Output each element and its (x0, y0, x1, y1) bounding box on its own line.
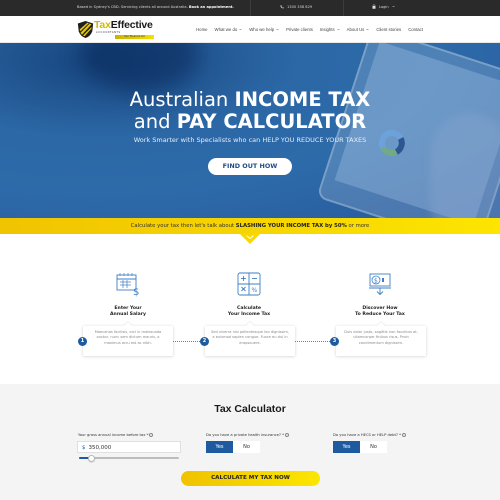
hecs-no-button[interactable]: No (360, 441, 387, 453)
phone-link[interactable]: 1300 358 829 (280, 5, 312, 9)
svg-text:%: % (252, 287, 258, 294)
logo[interactable]: TaxEffective ACCOUNTANTS Your Financial … (77, 19, 155, 41)
tagline-text: Based in Sydney's CBD. Servicing clients… (77, 5, 188, 9)
chevron-down-icon (366, 28, 370, 31)
hero-title-line2: and PAY CALCULATOR (133, 110, 367, 133)
income-input[interactable]: $350,000 (77, 441, 181, 453)
brand-tagline: Your Financial Ark (115, 35, 154, 39)
info-icon[interactable] (284, 433, 289, 437)
step-1-title: Enter Your Annual Salary (110, 306, 146, 317)
step-connector (295, 341, 330, 342)
divider (250, 0, 251, 16)
step-3-number-badge: 3 (330, 337, 339, 346)
health-yes-button[interactable]: Yes (206, 441, 233, 453)
health-insurance-toggle: Yes No (206, 441, 260, 453)
hero-bg-shape (80, 43, 200, 93)
calendar-dollar-icon: $ (116, 273, 139, 297)
divider (343, 0, 344, 16)
chevron-down-icon (276, 28, 279, 31)
shield-logo-icon (77, 21, 94, 38)
nav-item-what-we-do[interactable]: What we do (215, 27, 243, 32)
step-connector (173, 341, 200, 342)
step-1: $ Enter Your Annual Salary (68, 271, 188, 318)
hecs-yes-button[interactable]: Yes (333, 441, 360, 453)
calculate-tax-button[interactable]: CALCULATE MY TAX NOW (181, 471, 320, 486)
login-menu[interactable]: Login (372, 4, 395, 9)
svg-text:$: $ (374, 278, 378, 285)
calculator-title: Tax Calculator (214, 403, 286, 415)
nav-item-private-clients[interactable]: Private clients (286, 27, 313, 32)
slider-thumb[interactable] (87, 454, 95, 462)
top-tagline: Based in Sydney's CBD. Servicing clients… (77, 5, 234, 9)
info-icon[interactable] (401, 433, 406, 437)
step-1-description: Maecenas facilisis, orci in malesuada au… (83, 326, 173, 356)
nav-item-client-stories[interactable]: Client stories (376, 27, 401, 32)
chevron-down-icon (392, 5, 395, 8)
svg-text:$: $ (133, 287, 139, 297)
nav-item-home[interactable]: Home (196, 27, 207, 32)
step-2-title: Calculate Your Income Tax (227, 306, 271, 317)
nav-item-insights[interactable]: Insights (320, 27, 340, 32)
step-3-description: Duis dolor justo, sagittis non faucibus … (336, 326, 426, 356)
hero-banner: Australian INCOME TAX and PAY CALCULATOR… (0, 43, 500, 218)
nav-menu: Home What we do Who we help Private clie… (196, 16, 423, 43)
step-2-number-badge: 2 (200, 337, 209, 346)
hero-subtitle: Work Smarter with Specialists who can HE… (133, 136, 367, 144)
step-3-title: Discover How To Reduce Your Tax (355, 306, 405, 317)
calculator-icon: % (237, 272, 261, 296)
step-2-description: Sed viverra nisi pellentesque leo dignis… (205, 326, 295, 356)
nav-item-who-we-help[interactable]: Who we help (249, 27, 279, 32)
income-slider[interactable] (79, 454, 179, 462)
health-insurance-label: Do you have a private health insurance? … (206, 433, 289, 437)
info-icon[interactable] (149, 433, 154, 437)
hero-title-line1: Australian INCOME TAX (129, 88, 371, 111)
promo-banner: Calculate your tax then let's talk about… (0, 218, 500, 234)
income-value: 350,000 (88, 445, 112, 451)
phone-number: 1300 358 829 (287, 5, 313, 9)
lock-icon (372, 4, 376, 9)
book-appointment-link[interactable]: Book an appointment. (189, 5, 234, 9)
step-3: $ Discover How To Reduce Your Tax (320, 271, 440, 318)
main-navbar: TaxEffective ACCOUNTANTS Your Financial … (0, 16, 500, 43)
phone-icon (280, 5, 284, 9)
top-bar: Based in Sydney's CBD. Servicing clients… (0, 0, 500, 16)
brand-sub: ACCOUNTANTS (96, 31, 121, 34)
chevron-down-icon (239, 28, 242, 31)
nav-item-contact[interactable]: Contact (408, 27, 423, 32)
step-2: % Calculate Your Income Tax (189, 271, 309, 318)
find-out-how-button[interactable]: FIND OUT HOW (208, 158, 292, 175)
hecs-debt-toggle: Yes No (333, 441, 387, 453)
income-label: Your gross annual income before tax * (78, 433, 154, 437)
login-label: Login (379, 4, 389, 9)
scroll-down-notch[interactable] (239, 233, 261, 244)
health-no-button[interactable]: No (233, 441, 260, 453)
money-down-icon: $ (369, 273, 391, 296)
hecs-debt-label: Do you have a HECS or HELP debt? * (333, 433, 406, 437)
brand-name: TaxEffective (94, 19, 153, 31)
nav-item-about-us[interactable]: About Us (347, 27, 370, 32)
page: Based in Sydney's CBD. Servicing clients… (0, 0, 500, 500)
step-1-number-badge: 1 (78, 337, 87, 346)
currency-symbol: $ (82, 445, 86, 451)
chevron-down-icon (336, 28, 340, 31)
